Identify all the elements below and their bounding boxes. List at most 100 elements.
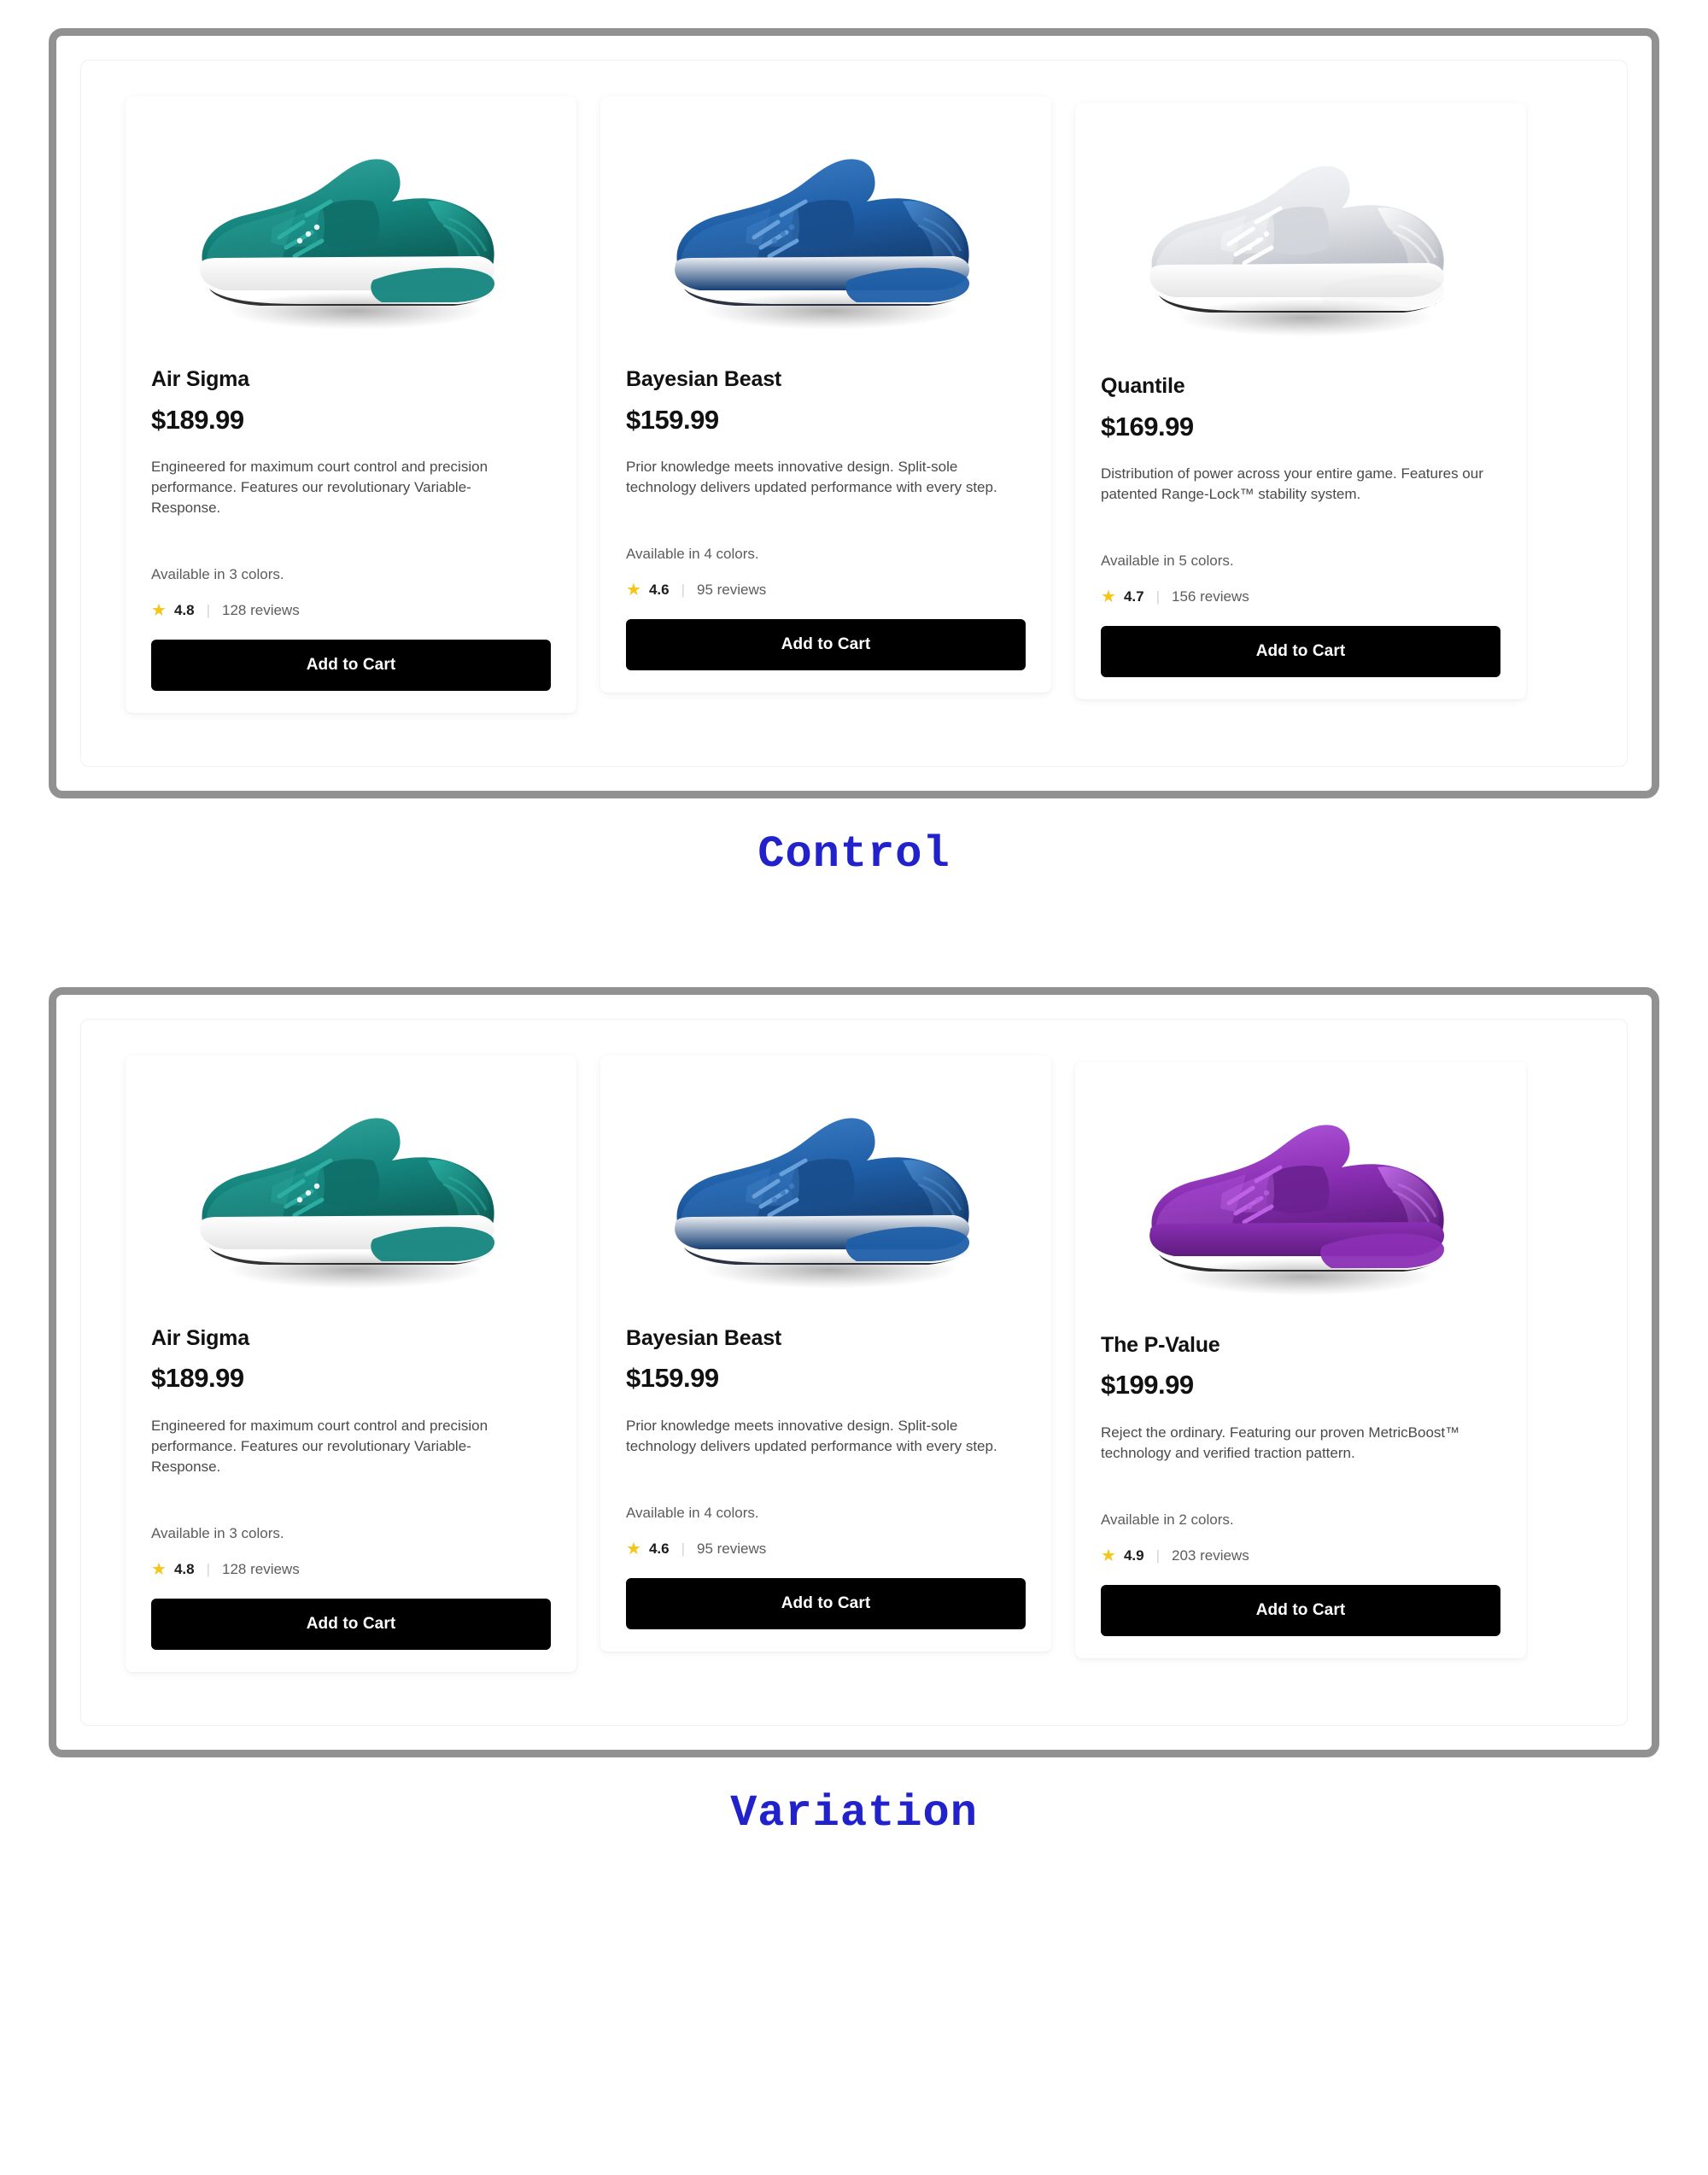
rating-value: 4.6 — [648, 1540, 670, 1557]
review-count: 95 reviews — [697, 1540, 767, 1557]
product-image — [126, 96, 576, 368]
rating-value: 4.7 — [1123, 588, 1144, 605]
variant-block: Air Sigma $189.99 Engineered for maximum c… — [0, 28, 1708, 880]
variant-frame: Air Sigma $189.99 Engineered for maximum c… — [49, 28, 1659, 798]
rating-value: 4.9 — [1123, 1546, 1144, 1564]
flexible-spacer — [151, 518, 551, 566]
product-description: Prior knowledge meets innovative design.… — [626, 1417, 997, 1454]
available-colors-label: Available in 5 colors. — [1101, 552, 1234, 569]
rating-value: 4.8 — [173, 601, 195, 618]
flexible-spacer — [1101, 1464, 1500, 1511]
star-icon: ★ — [626, 1539, 641, 1558]
variants-container: Air Sigma $189.99 Engineered for maximum c… — [0, 28, 1708, 1839]
product-card-body: The P-Value $199.99 Reject the ordinary. F… — [1075, 1332, 1526, 1636]
product-price: $159.99 — [626, 1363, 719, 1394]
variant-caption: Control — [757, 828, 951, 880]
product-cards-row: Air Sigma $189.99 Engineered for maximum c… — [126, 1055, 1582, 1672]
product-card-body: Air Sigma $189.99 Engineered for maximum c… — [126, 1325, 576, 1650]
flexible-spacer — [151, 1477, 551, 1525]
rating-row: ★ 4.6 | 95 reviews — [626, 582, 1026, 599]
star-icon: ★ — [626, 580, 641, 599]
product-name: The P-Value — [1101, 1332, 1220, 1357]
product-description: Engineered for maximum court control and… — [151, 458, 488, 516]
review-count: 95 reviews — [697, 581, 767, 598]
add-to-cart-button[interactable]: Add to Cart — [626, 1577, 1026, 1629]
add-to-cart-button[interactable]: Add to Cart — [151, 1598, 551, 1650]
product-price: $189.99 — [151, 1363, 244, 1394]
star-icon: ★ — [1101, 587, 1116, 606]
rating-value: 4.8 — [173, 1560, 195, 1577]
available-colors-label: Available in 4 colors. — [626, 545, 759, 562]
product-card-body: Quantile $169.99 Distribution of power acr… — [1075, 374, 1526, 677]
sneaker-illustration — [675, 1118, 969, 1289]
available-colors-label: Available in 3 colors. — [151, 565, 284, 582]
product-price: $189.99 — [151, 404, 244, 435]
rating-row: ★ 4.7 | 156 reviews — [1101, 588, 1500, 605]
product-name: Quantile — [1101, 374, 1185, 398]
product-image — [600, 96, 1051, 368]
product-card[interactable]: Quantile $169.99 Distribution of power acr… — [1075, 103, 1526, 699]
product-name: Air Sigma — [151, 367, 249, 391]
product-price: $159.99 — [626, 404, 719, 435]
variant-block: Air Sigma $189.99 Engineered for maximum c… — [0, 986, 1708, 1839]
add-to-cart-button[interactable]: Add to Cart — [1101, 1584, 1500, 1636]
add-to-cart-button[interactable]: Add to Cart — [626, 618, 1026, 670]
product-card-body: Bayesian Beast $159.99 Prior knowledge mee… — [600, 1325, 1051, 1629]
add-to-cart-button[interactable]: Add to Cart — [1101, 625, 1500, 677]
rating-separator: | — [681, 581, 685, 598]
sneaker-illustration — [200, 159, 494, 330]
product-name: Air Sigma — [151, 1325, 249, 1350]
product-image — [126, 1055, 576, 1327]
variant-gap — [0, 880, 1708, 987]
product-name: Bayesian Beast — [626, 1325, 782, 1350]
rating-row: ★ 4.6 | 95 reviews — [626, 1541, 1026, 1558]
rating-value: 4.6 — [648, 581, 670, 598]
sneaker-illustration — [1149, 166, 1444, 336]
variant-frame: Air Sigma $189.99 Engineered for maximum c… — [49, 986, 1659, 1757]
top-spacer — [0, 0, 1708, 28]
product-price: $169.99 — [1101, 411, 1194, 441]
flexible-spacer — [626, 498, 1026, 546]
product-card[interactable]: Air Sigma $189.99 Engineered for maximum c… — [126, 96, 576, 713]
product-card[interactable]: Air Sigma $189.99 Engineered for maximum c… — [126, 1055, 576, 1672]
product-image — [1075, 1062, 1526, 1334]
rating-separator: | — [206, 601, 210, 618]
rating-separator: | — [1155, 588, 1160, 605]
review-count: 203 reviews — [1172, 1546, 1249, 1564]
flexible-spacer — [1101, 505, 1500, 553]
available-colors-label: Available in 2 colors. — [1101, 1511, 1234, 1528]
rating-separator: | — [1155, 1546, 1160, 1564]
bottom-spacer — [0, 1839, 1708, 1873]
product-description: Distribution of power across your entire… — [1101, 465, 1483, 502]
sneaker-illustration — [675, 159, 969, 330]
product-card[interactable]: Bayesian Beast $159.99 Prior knowledge mee… — [600, 96, 1051, 693]
product-image — [600, 1055, 1051, 1327]
ab-test-comparison-page: Air Sigma $189.99 Engineered for maximum c… — [0, 0, 1708, 2175]
product-description: Engineered for maximum court control and… — [151, 1417, 488, 1475]
product-card[interactable]: Bayesian Beast $159.99 Prior knowledge mee… — [600, 1055, 1051, 1652]
add-to-cart-button[interactable]: Add to Cart — [151, 639, 551, 691]
review-count: 128 reviews — [222, 1560, 300, 1577]
available-colors-label: Available in 3 colors. — [151, 1524, 284, 1541]
product-description: Reject the ordinary. Featuring our prove… — [1101, 1424, 1460, 1461]
review-count: 156 reviews — [1172, 588, 1249, 605]
review-count: 128 reviews — [222, 601, 300, 618]
sneaker-illustration — [1149, 1125, 1444, 1295]
star-icon: ★ — [1101, 1546, 1116, 1565]
rating-separator: | — [206, 1560, 210, 1577]
product-image — [1075, 103, 1526, 375]
product-card[interactable]: The P-Value $199.99 Reject the ordinary. F… — [1075, 1061, 1526, 1658]
product-price: $199.99 — [1101, 1370, 1194, 1400]
available-colors-label: Available in 4 colors. — [626, 1504, 759, 1521]
product-description: Prior knowledge meets innovative design.… — [626, 458, 997, 495]
rating-row: ★ 4.8 | 128 reviews — [151, 1561, 551, 1578]
rating-row: ★ 4.8 | 128 reviews — [151, 602, 551, 619]
sneaker-illustration — [200, 1118, 494, 1289]
product-grid-panel: Air Sigma $189.99 Engineered for maximum c… — [80, 60, 1628, 767]
star-icon: ★ — [151, 1559, 167, 1579]
product-name: Bayesian Beast — [626, 367, 782, 391]
product-grid-panel: Air Sigma $189.99 Engineered for maximum c… — [80, 1018, 1628, 1726]
rating-row: ★ 4.9 | 203 reviews — [1101, 1547, 1500, 1564]
product-cards-row: Air Sigma $189.99 Engineered for maximum c… — [126, 96, 1582, 713]
product-card-body: Bayesian Beast $159.99 Prior knowledge mee… — [600, 367, 1051, 670]
